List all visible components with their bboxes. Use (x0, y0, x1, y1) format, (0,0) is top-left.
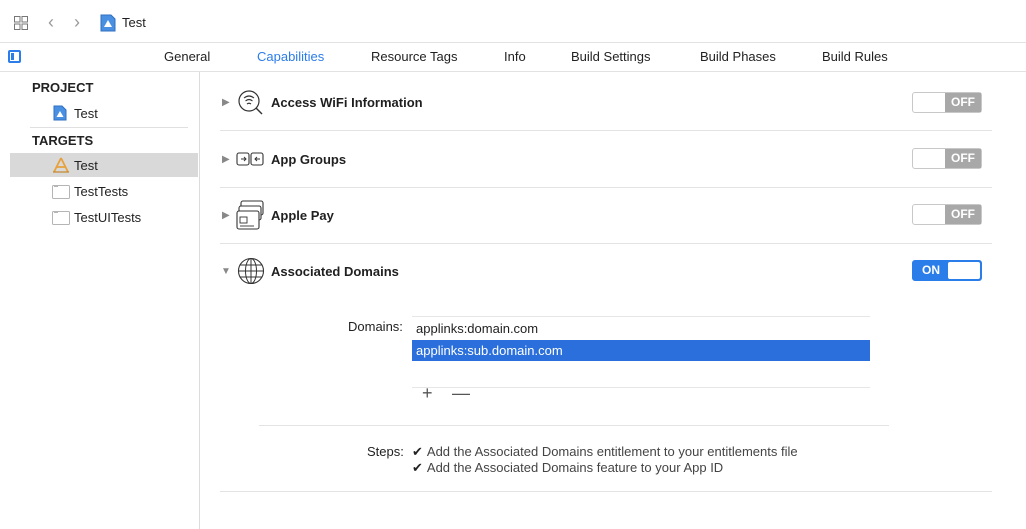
sidebar-toggle-icon[interactable] (8, 50, 21, 63)
sidebar-item-label: Test (74, 106, 98, 121)
row-divider (220, 130, 992, 131)
row-divider (220, 187, 992, 188)
wifi-info-icon (238, 90, 263, 115)
tab-build-phases[interactable]: Build Phases (700, 49, 776, 64)
list-item[interactable]: applinks:domain.com (412, 318, 870, 339)
sidebar-item-target-test[interactable]: Test (10, 153, 198, 177)
app-groups-toggle[interactable]: OFF (912, 148, 982, 169)
step-item: ✔ Add the Associated Domains entitlement … (412, 444, 798, 460)
sidebar-item-label: TestTests (74, 184, 129, 199)
add-domain-button[interactable]: + (422, 383, 433, 404)
sidebar-item-target-testtests[interactable]: TestTests (10, 179, 198, 203)
project-file-icon (100, 14, 116, 32)
sidebar-item-label: TestUITests (74, 210, 142, 225)
disclosure-triangle-icon[interactable]: ▶ (222, 154, 230, 165)
disclosure-triangle-icon[interactable]: ▶ (222, 210, 230, 221)
associated-domains-toggle[interactable]: ON (912, 260, 982, 281)
sidebar-item-project-test[interactable]: Test (10, 101, 198, 125)
remove-domain-button[interactable]: — (452, 383, 470, 404)
app-target-icon (53, 157, 69, 173)
project-file-icon (53, 105, 67, 121)
related-items-grid-icon[interactable] (14, 16, 28, 30)
test-bundle-icon (52, 211, 70, 225)
capability-title: Apple Pay (271, 208, 334, 223)
toggle-knob (948, 262, 980, 279)
domains-list[interactable]: applinks:domain.com applinks:sub.domain.… (412, 316, 870, 388)
list-item-selected[interactable]: applinks:sub.domain.com (412, 340, 870, 361)
toggle-state: OFF (945, 93, 981, 112)
toggle-knob (914, 94, 948, 111)
steps-label: Steps: (367, 444, 404, 459)
disclosure-triangle-icon[interactable]: ▶ (222, 97, 230, 108)
row-divider (220, 243, 992, 244)
capability-title: Access WiFi Information (271, 95, 423, 110)
capability-title: App Groups (271, 152, 347, 167)
sidebar-divider (30, 127, 188, 128)
project-navigator-sidebar (0, 72, 200, 529)
breadcrumb[interactable]: Test (122, 15, 146, 30)
step-text: Add the Associated Domains feature to yo… (426, 460, 724, 475)
forward-arrow-icon[interactable]: › (74, 12, 80, 32)
tab-resource-tags[interactable]: Resource Tags (371, 49, 457, 64)
tab-general[interactable]: General (164, 49, 210, 64)
capability-title: Associated Domains (271, 264, 399, 279)
toggle-state: OFF (945, 205, 981, 224)
step-text: Add the Associated Domains entitlement t… (426, 444, 798, 459)
tab-build-settings[interactable]: Build Settings (571, 49, 651, 64)
project-section-header: PROJECT (32, 80, 94, 95)
globe-icon (237, 257, 265, 285)
toggle-state: OFF (945, 149, 981, 168)
tab-capabilities[interactable]: Capabilities (257, 49, 324, 64)
domains-label: Domains: (348, 319, 403, 334)
tab-build-rules[interactable]: Build Rules (822, 49, 888, 64)
row-divider (220, 491, 992, 492)
checkmark-icon: ✔ (412, 444, 423, 459)
toggle-knob (914, 206, 948, 223)
steps-divider (259, 425, 889, 426)
test-bundle-icon (52, 185, 70, 199)
app-groups-icon (236, 152, 264, 166)
toggle-state: ON (922, 263, 940, 277)
access-wifi-toggle[interactable]: OFF (912, 92, 982, 113)
apple-pay-icon (236, 200, 264, 230)
back-arrow-icon[interactable]: ‹ (48, 12, 54, 32)
checkmark-icon: ✔ (412, 460, 423, 475)
step-item: ✔ Add the Associated Domains feature to y… (412, 460, 723, 476)
disclosure-triangle-expanded-icon[interactable]: ▼ (221, 266, 231, 277)
toggle-knob (914, 150, 948, 167)
apple-pay-toggle[interactable]: OFF (912, 204, 982, 225)
sidebar-item-target-testuitests[interactable]: TestUITests (10, 205, 198, 229)
toolbar (0, 0, 1026, 43)
targets-section-header: TARGETS (32, 133, 94, 148)
sidebar-item-label: Test (74, 158, 98, 173)
tab-info[interactable]: Info (504, 49, 526, 64)
